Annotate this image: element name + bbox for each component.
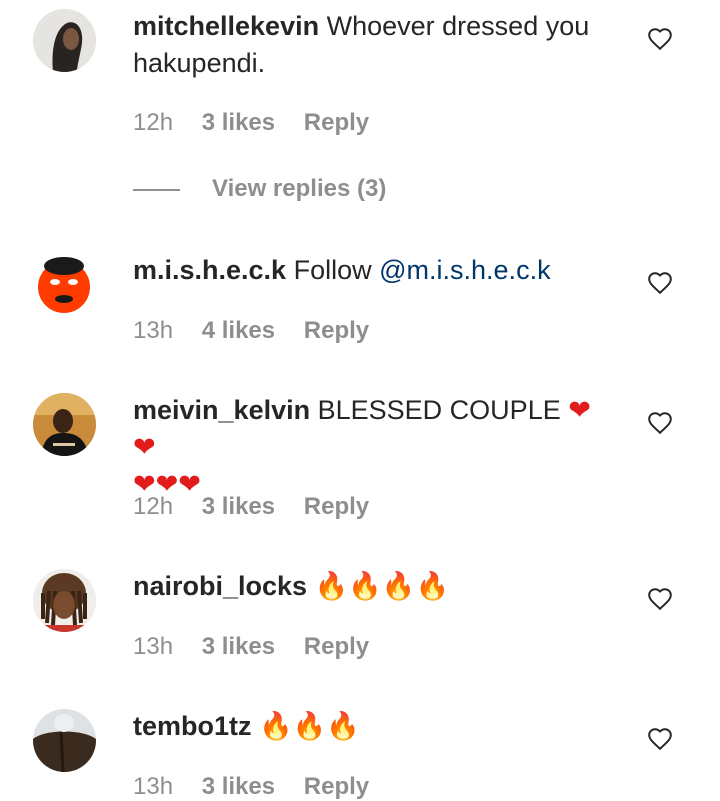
reply-button[interactable]: Reply (304, 109, 369, 137)
comment-meta: 12h 3 likes Reply (133, 493, 391, 521)
avatar[interactable] (33, 393, 96, 456)
comment-likes[interactable]: 4 likes (202, 317, 275, 345)
comment-likes[interactable]: 3 likes (202, 493, 275, 521)
comment-likes[interactable]: 3 likes (202, 773, 275, 801)
comment-username[interactable]: m.i.s.h.e.c.k (133, 255, 286, 285)
comment-username[interactable]: mitchellekevin (133, 11, 319, 41)
comment-body: m.i.s.h.e.c.k Follow @m.i.s.h.e.c.k (133, 252, 613, 289)
heart-outline-icon[interactable] (647, 270, 673, 296)
comment-time: 13h (133, 633, 174, 660)
comment-meta: 13h 4 likes Reply (133, 317, 391, 345)
view-replies-label[interactable]: View replies (3) (212, 175, 386, 202)
comment-meta: 13h 3 likes Reply (133, 773, 391, 801)
reply-button[interactable]: Reply (304, 633, 369, 661)
heart-outline-icon[interactable] (647, 586, 673, 612)
comment-body: meivin_kelvin BLESSED COUPLE ❤❤ ❤❤❤ (133, 392, 613, 503)
reply-button[interactable]: Reply (304, 317, 369, 345)
comment-text: BLESSED COUPLE (317, 395, 561, 425)
comment-username[interactable]: nairobi_locks (133, 571, 307, 601)
avatar[interactable] (33, 254, 96, 317)
reply-button[interactable]: Reply (304, 493, 369, 521)
avatar[interactable] (33, 709, 96, 772)
comment-body: nairobi_locks 🔥🔥🔥🔥 (133, 568, 613, 605)
heart-outline-icon[interactable] (647, 410, 673, 436)
comment-time: 13h (133, 773, 174, 800)
comment-likes[interactable]: 3 likes (202, 109, 275, 137)
comment-meta: 13h 3 likes Reply (133, 633, 391, 661)
comment-body: tembo1tz 🔥🔥🔥 (133, 708, 613, 745)
comment-text: Follow (293, 255, 380, 285)
reply-button[interactable]: Reply (304, 773, 369, 801)
view-replies-button[interactable]: View replies (3) (133, 175, 386, 203)
heart-outline-icon[interactable] (647, 726, 673, 752)
heart-outline-icon[interactable] (647, 26, 673, 52)
comment-likes[interactable]: 3 likes (202, 633, 275, 661)
comment-username[interactable]: tembo1tz (133, 711, 252, 741)
comment-time: 12h (133, 109, 174, 136)
replies-divider (133, 188, 180, 191)
avatar[interactable] (33, 569, 96, 632)
fire-emoji: 🔥🔥🔥 (259, 711, 360, 741)
comment-meta: 12h 3 likes Reply (133, 109, 391, 137)
comment-time: 13h (133, 317, 174, 344)
avatar[interactable] (33, 9, 96, 72)
comment-body: mitchellekevin Whoever dressed you hakup… (133, 8, 613, 82)
fire-emoji: 🔥🔥🔥🔥 (314, 571, 450, 601)
comment-time: 12h (133, 493, 174, 520)
comment-username[interactable]: meivin_kelvin (133, 395, 310, 425)
mention-link[interactable]: @m.i.s.h.e.c.k (379, 255, 550, 285)
